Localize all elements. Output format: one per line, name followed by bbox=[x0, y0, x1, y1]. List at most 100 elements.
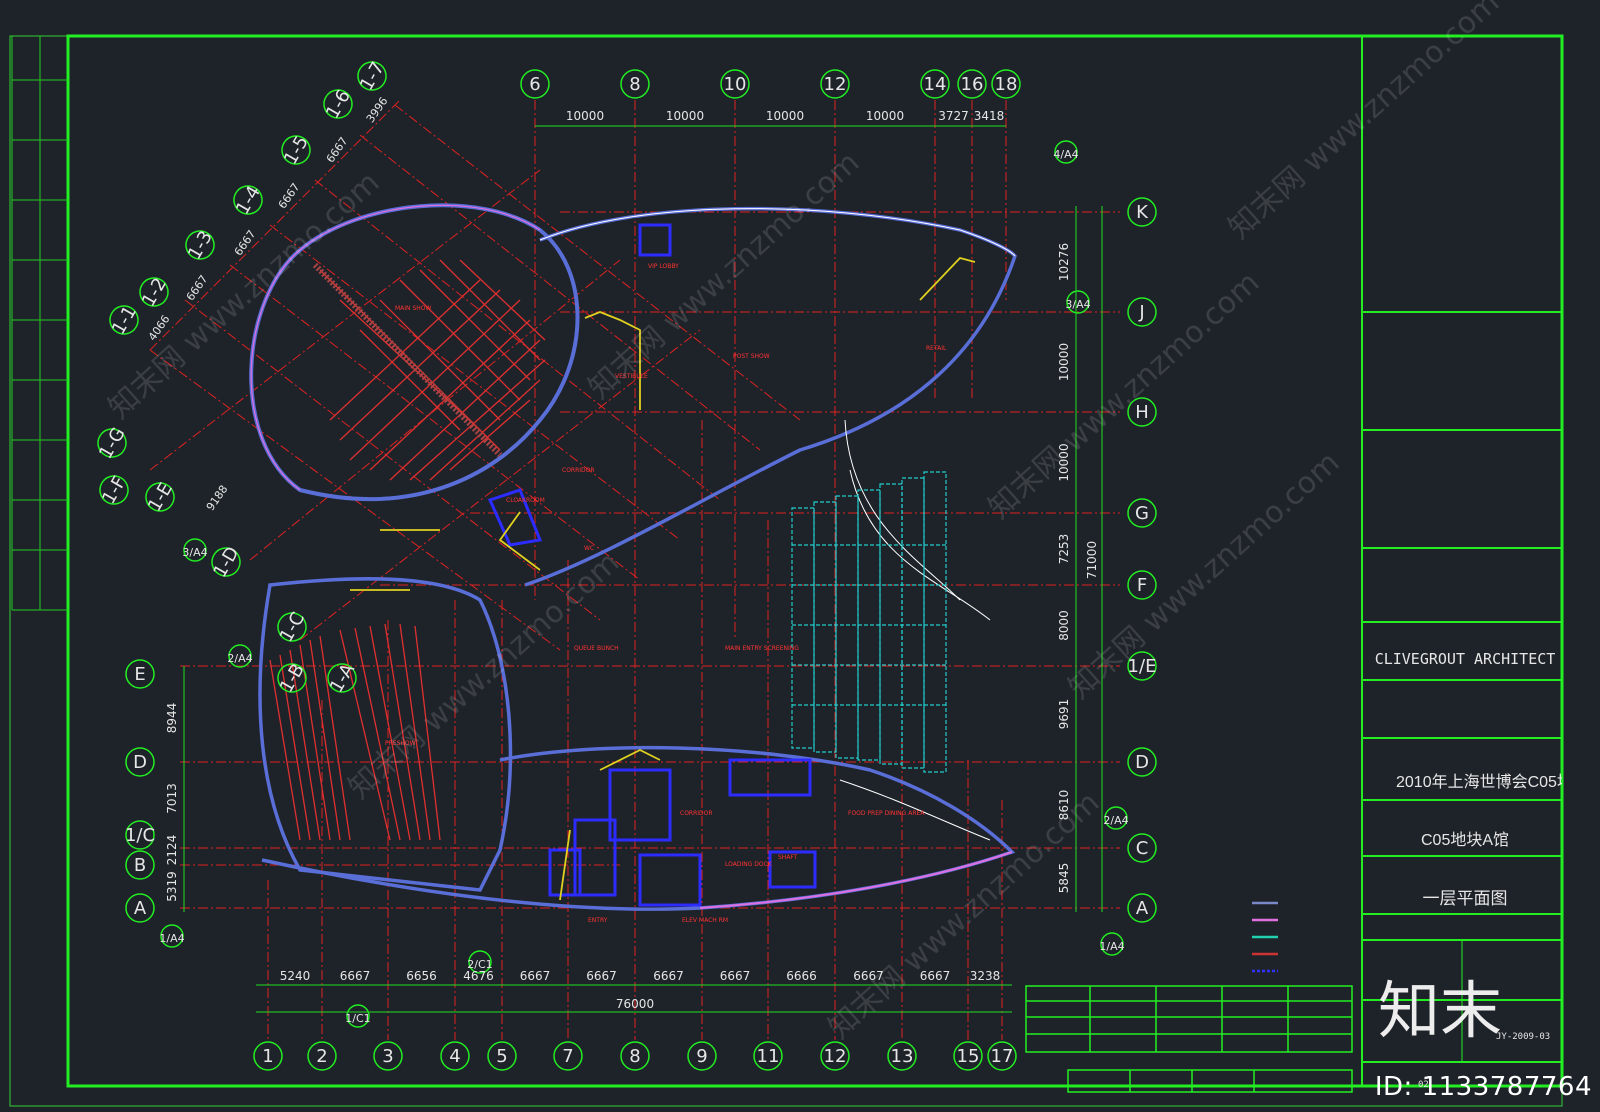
svg-text:B: B bbox=[134, 855, 146, 876]
room-label: SHAFT bbox=[778, 854, 798, 861]
grid-bubble-bottom-1: 1 bbox=[253, 1041, 283, 1071]
column-grid-horizontal bbox=[180, 211, 1120, 909]
section-mark-3: 1/A4 bbox=[159, 924, 185, 948]
grid-bubble-diag-1-G: 1-G bbox=[95, 424, 129, 463]
grid-bubble-bottom-11: 11 bbox=[753, 1041, 783, 1071]
grid-bubble-bottom-17: 17 bbox=[987, 1041, 1017, 1071]
svg-text:D: D bbox=[133, 752, 147, 773]
project-name: 2010年上海世博会C05地块A bbox=[1396, 774, 1562, 791]
room-label: MAIN SHOW bbox=[395, 305, 431, 312]
grid-bubble-right-G: G bbox=[1127, 498, 1157, 528]
svg-text:16: 16 bbox=[961, 74, 984, 95]
svg-text:C: C bbox=[1136, 838, 1149, 859]
room-label: VIP LOBBY bbox=[648, 263, 679, 270]
grid-bubble-diag-1-3: 1-3 bbox=[184, 227, 217, 263]
grid-bubble-diag-1-4: 1-4 bbox=[232, 182, 265, 218]
svg-text:1/A4: 1/A4 bbox=[159, 932, 184, 945]
dim-bottom-4: 6667 bbox=[520, 969, 551, 983]
dim-diag-5: 3996 bbox=[364, 95, 391, 125]
svg-text:2: 2 bbox=[316, 1046, 327, 1067]
dim-right-0: 10276 bbox=[1057, 243, 1071, 281]
dim-bottom-1: 6667 bbox=[340, 969, 371, 983]
svg-text:1/C1: 1/C1 bbox=[345, 1012, 370, 1025]
grid-bubble-top-8: 8 bbox=[620, 69, 650, 99]
drawing-title: 一层平面图 bbox=[1422, 889, 1508, 908]
dim-left-0: 8944 bbox=[165, 703, 179, 734]
section-mark-0: 4/A4 bbox=[1053, 140, 1079, 164]
grid-bubbles: 6 8 10 12 14 16 181 2 3 4 5 7 8 9 11 12 13 15 17KJHGF1/EDC… bbox=[95, 58, 1157, 1071]
grid-bubble-right-D: D bbox=[1127, 747, 1157, 777]
room-label: CORRIDOR bbox=[562, 467, 595, 474]
dim-top-4: 3727 bbox=[938, 109, 969, 123]
grid-bubble-right-A: A bbox=[1127, 893, 1157, 923]
grid-bubble-diag-1-B: 1-B bbox=[276, 660, 309, 696]
svg-text:1-G: 1-G bbox=[95, 424, 129, 463]
building-name: C05地块A馆 bbox=[1420, 832, 1510, 849]
svg-text:1-5: 1-5 bbox=[280, 132, 313, 168]
dim-top-0: 10000 bbox=[566, 109, 604, 123]
dim-diag-2: 6667 bbox=[232, 228, 259, 258]
room-label: CORRIDOR bbox=[680, 810, 713, 817]
grid-bubble-bottom-4: 4 bbox=[440, 1041, 470, 1071]
grid-bubble-diag-1-F: 1-F bbox=[98, 473, 130, 508]
grid-bubble-top-12: 12 bbox=[820, 69, 850, 99]
svg-text:14: 14 bbox=[924, 74, 947, 95]
dim-right-3: 7253 bbox=[1057, 534, 1071, 565]
grid-bubble-right-K: K bbox=[1127, 197, 1157, 227]
grid-bubble-left-1-C: 1/C bbox=[125, 820, 155, 850]
svg-text:4/A4: 4/A4 bbox=[1053, 148, 1078, 161]
dim-bottom-5: 6667 bbox=[586, 969, 617, 983]
svg-text:E: E bbox=[134, 664, 145, 685]
dim-diag-4: 6667 bbox=[324, 135, 351, 165]
line-legend bbox=[1252, 901, 1278, 973]
grid-bubble-top-18: 18 bbox=[991, 69, 1021, 99]
architect-name: CLIVEGROUT ARCHITECT bbox=[1374, 650, 1556, 668]
dim-right-7: 5845 bbox=[1057, 863, 1071, 894]
room-label: WC bbox=[584, 545, 594, 552]
grid-bubble-right-J: J bbox=[1127, 297, 1157, 327]
svg-text:F: F bbox=[1137, 575, 1147, 596]
svg-text:1-C: 1-C bbox=[276, 609, 309, 646]
grid-bubble-bottom-7: 7 bbox=[553, 1041, 583, 1071]
svg-text:1-D: 1-D bbox=[209, 543, 243, 581]
section-mark-6: 1/A4 bbox=[1099, 932, 1125, 956]
svg-text:2/A4: 2/A4 bbox=[227, 652, 252, 665]
grid-bubble-top-6: 6 bbox=[520, 69, 550, 99]
watermark-text: 知末网 www.znzmo.com bbox=[822, 785, 1106, 1046]
svg-text:J: J bbox=[1138, 302, 1144, 323]
grid-bubble-diag-1-D: 1-D bbox=[209, 543, 243, 581]
brand-logo: 知末 bbox=[1378, 974, 1503, 1047]
revision-table bbox=[1025, 985, 1353, 1093]
svg-text:1/C: 1/C bbox=[125, 825, 155, 846]
svg-text:5: 5 bbox=[496, 1046, 507, 1067]
svg-text:8: 8 bbox=[629, 1046, 640, 1067]
watermark-text: 知末网 www.znzmo.com bbox=[582, 145, 866, 406]
dim-bottom-8: 6666 bbox=[786, 969, 817, 983]
svg-text:10: 10 bbox=[724, 74, 747, 95]
room-label: ELEV MACH RM bbox=[682, 917, 728, 924]
grid-bubble-bottom-3: 3 bbox=[373, 1041, 403, 1071]
grid-bubble-top-16: 16 bbox=[957, 69, 987, 99]
svg-text:3: 3 bbox=[382, 1046, 393, 1067]
dim-right-5: 9691 bbox=[1057, 699, 1071, 730]
room-label: ENTRY bbox=[588, 917, 608, 924]
room-label: FOOD PREP DINING AREA bbox=[848, 810, 925, 817]
section-mark-1: 3/A4 bbox=[182, 538, 208, 562]
svg-text:A: A bbox=[134, 898, 147, 919]
svg-text:2/A4: 2/A4 bbox=[1103, 814, 1128, 827]
grid-bubble-bottom-5: 5 bbox=[487, 1041, 517, 1071]
svg-text:1-B: 1-B bbox=[276, 660, 309, 696]
watermark-text: 知末网 www.znzmo.com bbox=[342, 545, 626, 806]
grid-bubble-left-A: A bbox=[125, 893, 155, 923]
dim-bottom-11: 3238 bbox=[970, 969, 1001, 983]
watermark-text: 知末网 www.znzmo.com bbox=[982, 265, 1266, 526]
room-label: QUEUE BUNCH bbox=[574, 645, 619, 652]
svg-text:3/A4: 3/A4 bbox=[1065, 298, 1090, 311]
svg-text:13: 13 bbox=[891, 1046, 914, 1067]
dim-bottom-3: 4676 bbox=[463, 969, 494, 983]
section-mark-8: 1/C1 bbox=[345, 1004, 371, 1028]
grid-bubble-bottom-2: 2 bbox=[307, 1041, 337, 1071]
dim-bottom-7: 6667 bbox=[720, 969, 751, 983]
grid-bubble-top-10: 10 bbox=[720, 69, 750, 99]
svg-text:12: 12 bbox=[824, 74, 847, 95]
